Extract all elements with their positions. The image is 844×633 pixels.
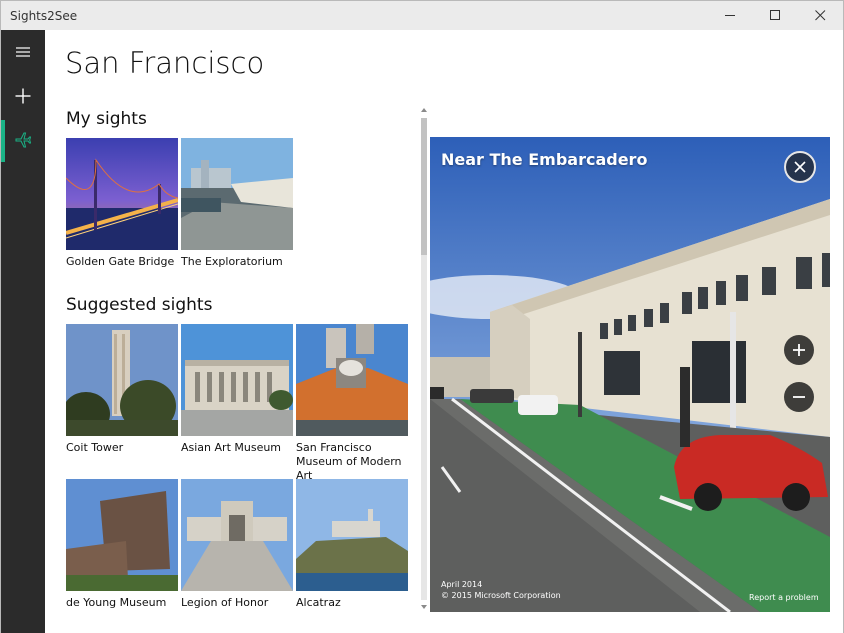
close-icon: [794, 161, 806, 173]
app-window: Sights2See San Francisco My sights Golde…: [0, 0, 844, 633]
trips-button[interactable]: [1, 118, 45, 162]
menu-button[interactable]: [1, 30, 45, 74]
sight-label: Golden Gate Bridge: [66, 255, 175, 268]
list-scrollbar[interactable]: [418, 106, 430, 611]
scroll-down-icon[interactable]: [420, 603, 428, 611]
add-icon: [15, 88, 31, 104]
sight-tile-asian-art-museum[interactable]: Asian Art Museum: [181, 324, 293, 455]
golden-gate-bridge-image: [66, 138, 178, 250]
sight-label: Alcatraz: [296, 596, 341, 609]
sight-tile-legion-of-honor[interactable]: Legion of Honor: [181, 479, 293, 610]
main-content: San Francisco My sights Golden Gate Brid…: [45, 30, 843, 633]
streetside-view[interactable]: Near The Embarcadero April 2014 © 2015 M…: [430, 137, 830, 612]
hamburger-menu-icon: [16, 47, 30, 57]
sights-list-pane: My sights Golden Gate Bridge The Explora…: [45, 106, 429, 633]
coit-tower-image: [66, 324, 178, 436]
my-sights-heading: My sights: [66, 109, 147, 129]
sight-label: Asian Art Museum: [181, 441, 282, 454]
sight-tile-golden-gate-bridge[interactable]: Golden Gate Bridge: [66, 138, 178, 269]
close-icon: [815, 10, 826, 21]
asian-art-museum-image: [181, 324, 293, 436]
airplane-icon: [15, 132, 31, 148]
maximize-button[interactable]: [753, 1, 798, 30]
report-problem-link[interactable]: Report a problem: [749, 593, 819, 602]
sight-label: San Francisco Museum of Modern Art: [296, 441, 402, 482]
sight-label: de Young Museum: [66, 596, 167, 609]
scroll-up-icon[interactable]: [420, 106, 428, 114]
sight-tile-coit-tower[interactable]: Coit Tower: [66, 324, 178, 455]
plus-icon: [793, 344, 805, 356]
sight-tile-de-young-museum[interactable]: de Young Museum: [66, 479, 178, 610]
alcatraz-image: [296, 479, 408, 591]
exploratorium-image: [181, 138, 293, 250]
streetside-scene-image: [430, 137, 830, 612]
scroll-thumb[interactable]: [421, 118, 427, 255]
streetside-location-title: Near The Embarcadero: [441, 150, 648, 169]
zoom-out-button[interactable]: [784, 382, 814, 412]
suggested-sights-heading: Suggested sights: [66, 295, 213, 315]
copyright-notice: © 2015 Microsoft Corporation: [441, 591, 561, 600]
minimize-button[interactable]: [708, 1, 753, 30]
maximize-icon: [770, 10, 780, 20]
sight-label: The Exploratorium: [181, 255, 283, 268]
sight-tile-sfmoma[interactable]: San Francisco Museum of Modern Art: [296, 324, 408, 483]
add-sight-button[interactable]: [1, 74, 45, 118]
window-title: Sights2See: [10, 8, 78, 23]
minimize-icon: [725, 15, 735, 16]
sight-label: Legion of Honor: [181, 596, 269, 609]
minus-icon: [793, 396, 805, 398]
sight-tile-alcatraz[interactable]: Alcatraz: [296, 479, 408, 610]
close-streetside-button[interactable]: [784, 151, 816, 183]
page-title: San Francisco: [65, 46, 265, 80]
sight-tile-exploratorium[interactable]: The Exploratorium: [181, 138, 293, 269]
sfmoma-image: [296, 324, 408, 436]
de-young-museum-image: [66, 479, 178, 591]
close-window-button[interactable]: [798, 1, 843, 30]
legion-of-honor-image: [181, 479, 293, 591]
zoom-in-button[interactable]: [784, 335, 814, 365]
title-bar: Sights2See: [1, 1, 843, 30]
sight-label: Coit Tower: [66, 441, 124, 454]
nav-rail: [1, 30, 45, 633]
capture-date: April 2014: [441, 580, 483, 589]
